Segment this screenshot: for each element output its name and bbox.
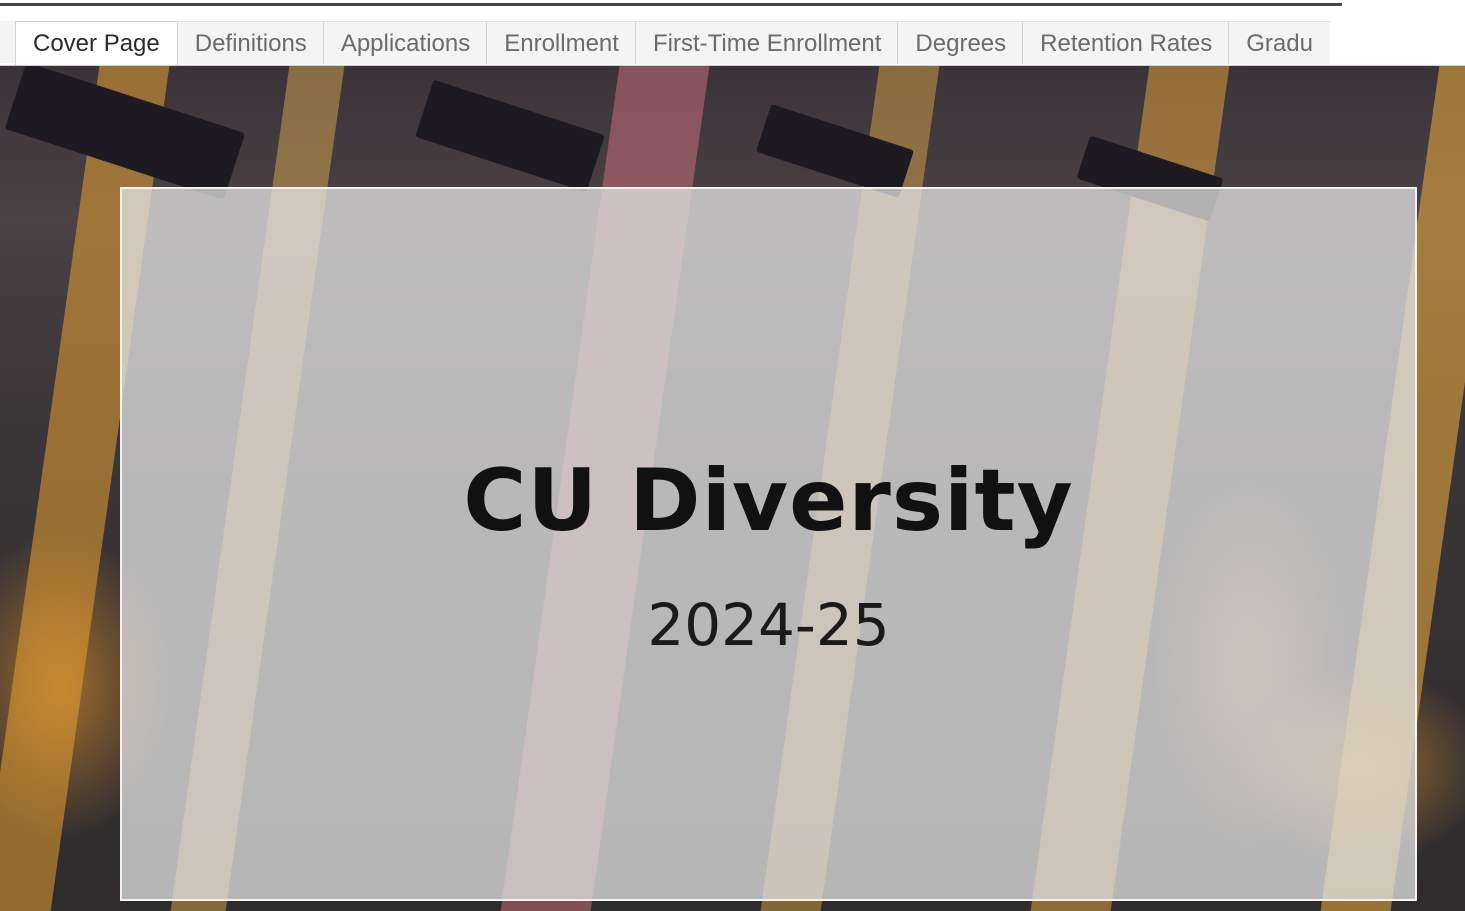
cover-subtitle-year: 2024-25 <box>647 591 890 659</box>
cover-title: CU Diversity <box>463 451 1074 551</box>
dashboard-tab-bar: Cover Page Definitions Applications Enrollm… <box>0 21 1465 66</box>
graduation-background-image: CU Diversity 2024-25 <box>0 66 1465 911</box>
tab-applications[interactable]: Applications <box>322 21 488 64</box>
tab-strip-edge <box>0 21 16 63</box>
tab-definitions[interactable]: Definitions <box>176 21 324 64</box>
tab-graduation[interactable]: Gradu <box>1228 21 1330 64</box>
tab-enrollment[interactable]: Enrollment <box>486 21 636 64</box>
tab-cover-page[interactable]: Cover Page <box>15 21 178 65</box>
top-divider <box>0 3 1342 6</box>
tab-retention-rates[interactable]: Retention Rates <box>1022 21 1230 64</box>
graduation-cap <box>415 79 605 193</box>
cover-title-panel: CU Diversity 2024-25 <box>120 187 1417 901</box>
tab-first-time-enrollment[interactable]: First-Time Enrollment <box>634 21 899 64</box>
tab-degrees[interactable]: Degrees <box>897 21 1024 64</box>
